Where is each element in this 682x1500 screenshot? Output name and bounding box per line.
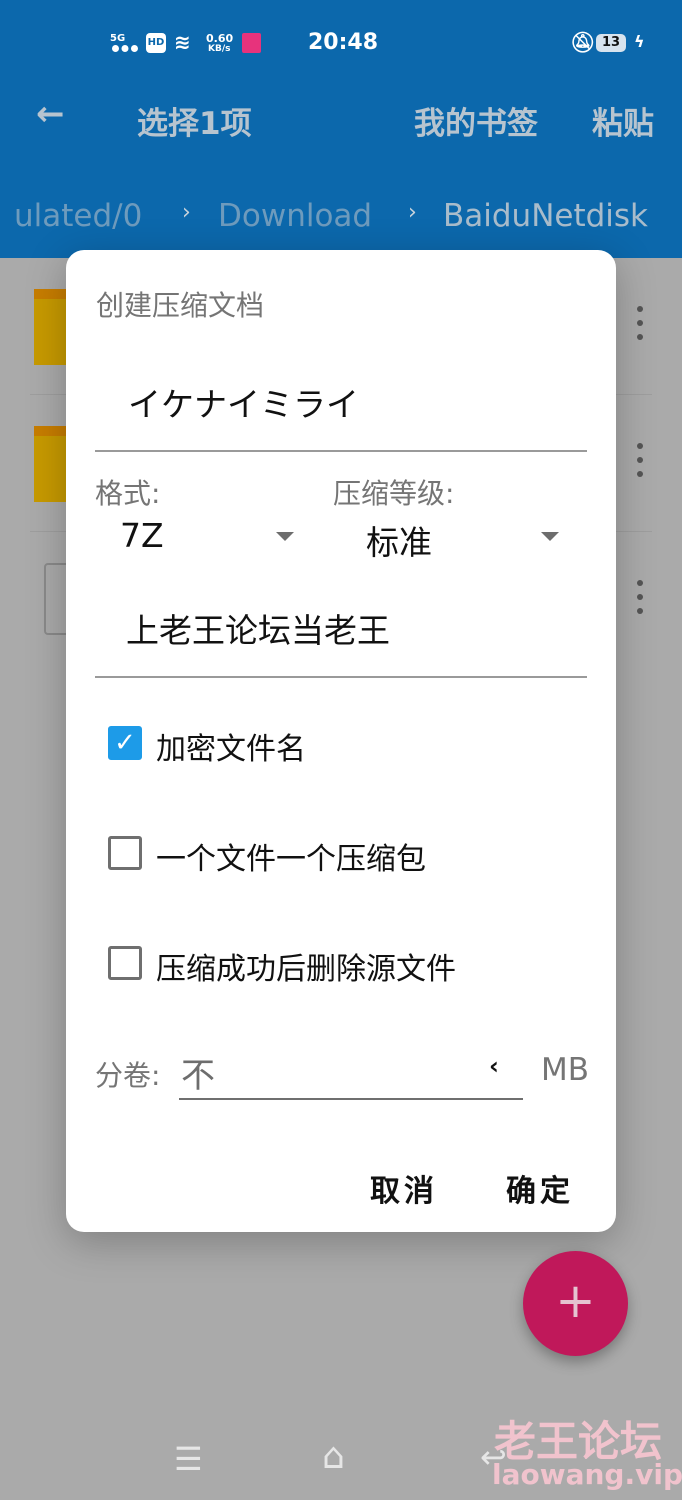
checkbox-one-archive-per-file[interactable]: 一个文件一个压缩包 [108,836,528,877]
split-label: 分卷: [95,1059,161,1092]
watermark-url: laowang.vip [492,1458,682,1491]
app-notification-icon [242,33,261,53]
more-options-icon[interactable] [637,306,643,348]
app-header: 5G HD ≋ 0.60 KB/s 20:48 🔕︎ 13 ϟ ← 选择1项 我… [0,0,682,258]
network-indicator: 5G [110,33,126,44]
checkbox-label: 压缩成功后删除源文件 [156,952,456,987]
checkbox-icon [108,946,142,980]
breadcrumb-item[interactable]: ulated/0 [14,198,142,234]
chevron-right-icon: › [182,200,191,225]
signal-icon [112,44,138,52]
battery-icon: 13 [596,34,626,52]
cancel-button[interactable]: 取消 [370,1166,438,1210]
format-select[interactable]: 7Z [95,512,307,562]
page-title: 选择1项 [137,106,252,142]
charging-icon: ϟ [634,32,645,51]
breadcrumb-item[interactable]: Download [218,198,372,234]
dialog-title: 创建压缩文档 [96,289,265,322]
clock: 20:48 [308,30,379,55]
level-label: 压缩等级: [333,477,455,510]
level-select[interactable]: 标准 [333,512,563,562]
folder-icon [34,289,68,365]
split-value: 不 [181,1056,215,1096]
chevron-right-icon: › [408,200,417,225]
speed-unit: KB/s [208,44,231,54]
checkbox-checked-icon: ✓ [108,726,142,760]
dropdown-arrow-icon [541,532,559,541]
home-nav-icon[interactable]: ⌂ [322,1436,345,1477]
wifi-icon: ≋ [174,30,191,54]
more-options-icon[interactable] [637,580,643,622]
add-fab-button[interactable]: + [523,1251,628,1356]
ok-button[interactable]: 确定 [506,1166,574,1210]
level-value: 标准 [366,523,432,562]
split-unit: MB [541,1052,590,1088]
folder-icon [34,426,68,502]
checkbox-encrypt-filenames[interactable]: ✓ 加密文件名 [108,726,528,767]
format-value: 7Z [120,516,164,555]
mute-icon: 🔕︎ [570,30,596,54]
create-archive-dialog: 创建压缩文档 イケナイミライ 格式: 7Z 压缩等级: 标准 上老王论坛当老王 … [66,250,616,1232]
format-label: 格式: [95,477,161,510]
back-arrow-icon[interactable]: ← [36,94,65,134]
split-size-input[interactable]: 不 ‹ [179,1046,523,1100]
speed-value: 0.60 [206,32,234,45]
hd-icon: HD [146,33,166,53]
password-underline [95,676,587,678]
dropdown-arrow-icon [276,532,294,541]
bookmarks-button[interactable]: 我的书签 [414,98,538,143]
paste-button[interactable]: 粘贴 [592,98,654,143]
checkbox-delete-source[interactable]: 压缩成功后删除源文件 [108,946,548,987]
menu-nav-icon[interactable]: ☰ [174,1440,203,1478]
checkbox-label: 一个文件一个压缩包 [156,842,426,877]
more-options-icon[interactable] [637,443,643,485]
archive-name-underline [95,450,587,452]
archive-name-input[interactable]: イケナイミライ [128,378,359,426]
split-underline [179,1098,523,1100]
breadcrumb-current[interactable]: BaiduNetdisk [443,198,648,234]
checkbox-label: 加密文件名 [156,732,306,767]
checkbox-icon [108,836,142,870]
password-input[interactable]: 上老王论坛当老王 [126,604,390,652]
chevron-left-icon[interactable]: ‹ [489,1052,499,1080]
